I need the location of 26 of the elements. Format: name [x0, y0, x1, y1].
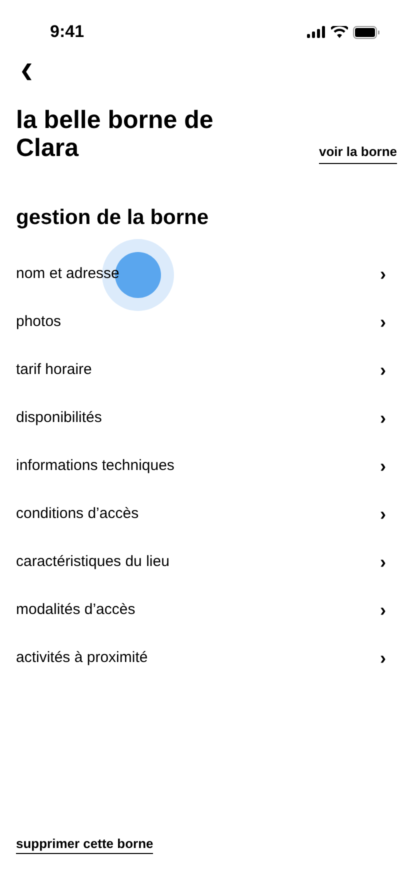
chevron-icon: › [380, 309, 386, 336]
chevron-icon: › [380, 549, 386, 576]
battery-icon [353, 26, 380, 38]
back-button[interactable]: ❮ [20, 64, 33, 80]
chevron-icon: › [380, 597, 386, 624]
menu-item[interactable]: activités à proximité › [16, 634, 398, 682]
menu-item[interactable]: conditions d’accès › [16, 490, 398, 538]
chevron-icon: › [380, 453, 386, 480]
chevron-icon: › [380, 261, 386, 288]
menu-item[interactable]: disponibilités › [16, 394, 398, 442]
menu-item[interactable]: tarif horaire › [16, 346, 398, 394]
status-time: 9:41 [50, 21, 84, 44]
menu-item[interactable]: caractéristiques du lieu › [16, 538, 398, 586]
signal-icon [307, 26, 326, 38]
section-title: gestion de la borne [16, 205, 210, 231]
menu-item[interactable]: modalités d’accès › [16, 586, 398, 634]
chevron-icon: › [380, 645, 386, 672]
menu-item[interactable]: informations techniques › [16, 442, 398, 490]
wifi-icon [331, 26, 348, 38]
menu-item[interactable]: photos › [16, 298, 398, 346]
chevron-icon: › [380, 501, 386, 528]
page-title: la belle borne de Clara [16, 106, 214, 162]
chevron-icon: › [380, 357, 386, 384]
delete-station-link[interactable]: supprimer cette borne [16, 836, 154, 854]
view-station-link[interactable]: voir la borne [318, 142, 397, 164]
chevron-icon: › [380, 405, 386, 432]
